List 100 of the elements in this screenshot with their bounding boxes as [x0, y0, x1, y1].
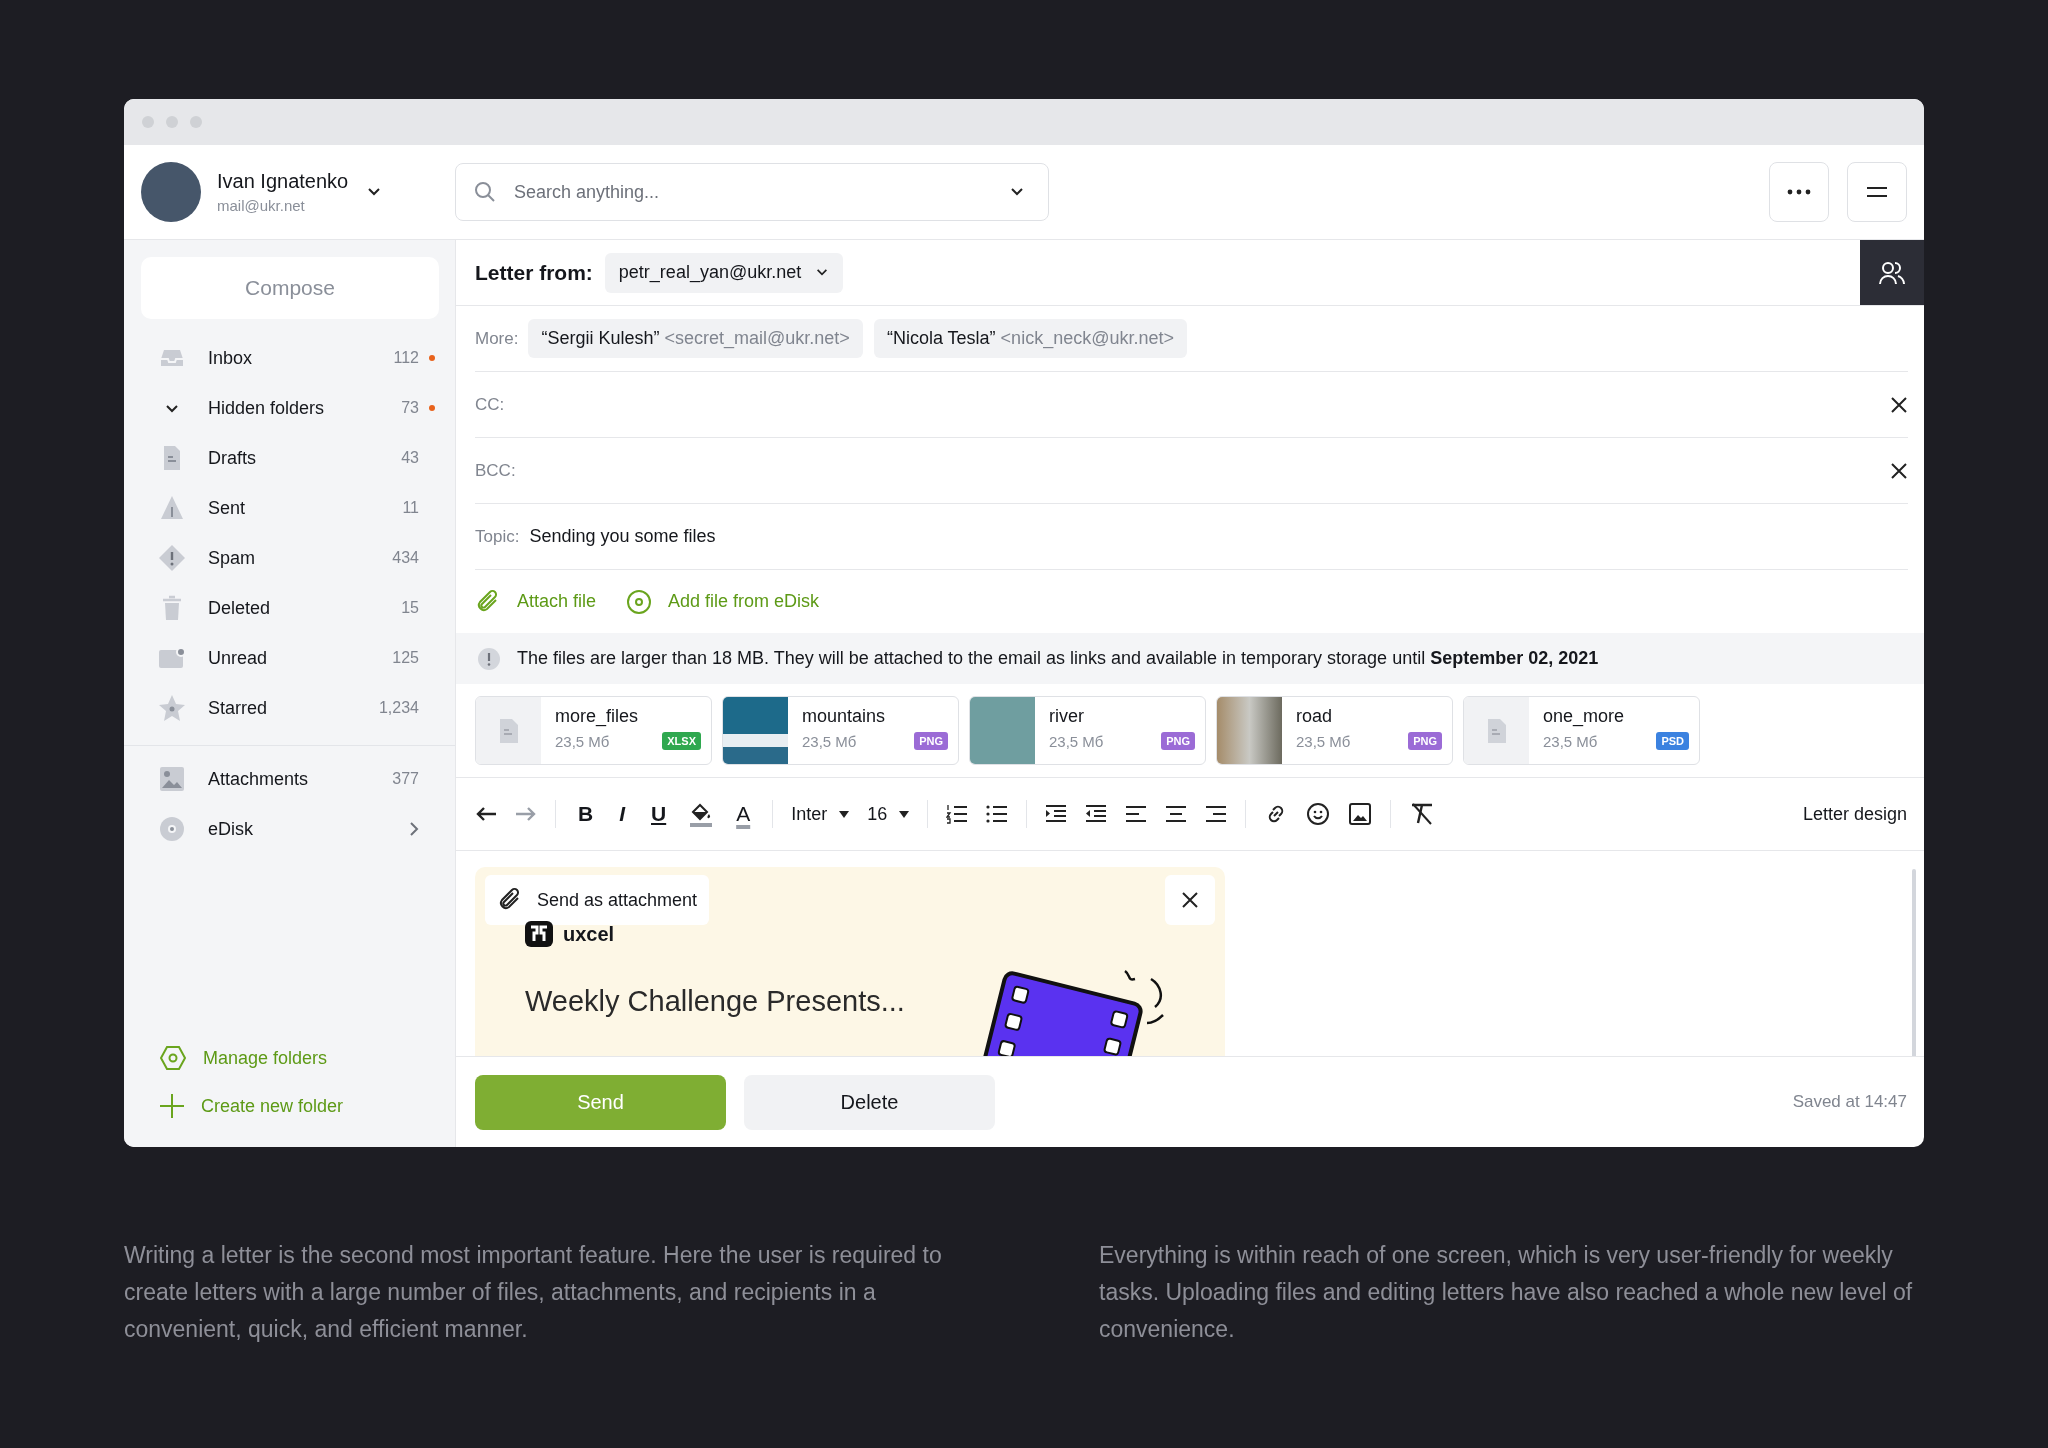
image-icon[interactable] [1348, 802, 1373, 826]
recipient-chip[interactable]: “Nicola Tesla” <nick_neck@ukr.net> [873, 319, 1187, 358]
chevron-down-icon[interactable] [1009, 187, 1025, 197]
letter-from-label: Letter from: [475, 260, 593, 285]
folder-item[interactable]: Sent 11 [124, 483, 455, 533]
file-thumbnail [1464, 697, 1529, 764]
chevron-down-icon[interactable] [366, 187, 383, 197]
info-icon [477, 646, 501, 671]
chevron-down-icon [815, 268, 830, 277]
warning-icon [158, 544, 186, 572]
emoji-icon[interactable] [1306, 802, 1331, 826]
folder-item[interactable]: Attachments 377 [124, 754, 455, 804]
chevron-right-icon[interactable] [409, 821, 419, 837]
scrollbar[interactable] [1912, 869, 1916, 1056]
topic-field[interactable]: Sending you some files [529, 526, 716, 547]
folder-count: 1,234 [378, 699, 419, 717]
folder-item[interactable]: Unread 125 [124, 633, 455, 683]
disc-icon [626, 588, 653, 615]
align-left-icon[interactable] [1125, 806, 1148, 822]
recipient-chip[interactable]: “Sergii Kulesh” <secret_mail@ukr.net> [528, 319, 863, 358]
file-card[interactable]: river 23,5 Мб PNG [969, 696, 1206, 765]
outdent-icon[interactable] [1085, 805, 1108, 823]
folder-count: 11 [402, 499, 419, 517]
file-size: 23,5 Мб [1049, 732, 1104, 750]
menu-button[interactable] [1847, 162, 1907, 222]
field-label: BCC: [475, 460, 516, 481]
envelope-icon [158, 647, 186, 669]
user-name: Ivan Ignatenko [217, 170, 349, 193]
folder-count: 73 [401, 399, 419, 417]
delete-button[interactable]: Delete [744, 1074, 995, 1130]
file-size: 23,5 Мб [555, 732, 610, 750]
fill-color-icon[interactable] [688, 801, 715, 827]
close-icon[interactable] [1890, 395, 1908, 414]
close-button[interactable] [1165, 875, 1215, 925]
hexagon-icon [159, 1045, 187, 1071]
align-center-icon[interactable] [1165, 806, 1188, 822]
field-label: Topic: [475, 526, 520, 547]
contacts-button[interactable] [1860, 240, 1924, 305]
file-size: 23,5 Мб [1543, 732, 1598, 750]
font-dropdown[interactable]: Inter [791, 803, 850, 825]
folder-count: 15 [401, 599, 419, 617]
search-field[interactable]: Search anything... [455, 163, 1049, 221]
folder-count: 112 [393, 349, 419, 367]
menu-icon [1866, 186, 1888, 198]
file-card[interactable]: one_more 23,5 Мб PSD [1463, 696, 1700, 765]
folder-count: 125 [392, 649, 419, 667]
text-color-button[interactable]: A [732, 802, 755, 826]
bold-button[interactable]: B [574, 802, 598, 826]
field-label: CC: [475, 394, 505, 415]
logo-text: uxcel [563, 922, 615, 946]
star-icon [158, 694, 186, 722]
field-label: More: [475, 328, 519, 349]
letter-design-button[interactable]: Letter design [1802, 803, 1907, 825]
logo-icon [525, 921, 553, 947]
font-size-dropdown[interactable]: 16 [867, 803, 910, 825]
folder-count: 434 [392, 549, 419, 567]
saved-status: Saved at 14:47 [1792, 1092, 1907, 1112]
plus-icon [159, 1093, 185, 1119]
file-card[interactable]: mountains 23,5 Мб PNG [722, 696, 959, 765]
file-card[interactable]: more_files 23,5 Мб XLSX [475, 696, 712, 765]
underline-button[interactable]: U [647, 802, 671, 826]
folder-count: 377 [392, 770, 419, 788]
folder-item[interactable]: Hidden folders 73 [124, 383, 455, 433]
file-size: 23,5 Мб [802, 732, 857, 750]
file-name: river [1049, 706, 1085, 727]
file-card[interactable]: road 23,5 Мб PNG [1216, 696, 1453, 765]
italic-button[interactable]: I [615, 802, 629, 826]
bullet-list-icon[interactable] [986, 804, 1009, 824]
file-name: mountains [802, 706, 887, 727]
undo-icon[interactable] [475, 806, 497, 822]
indent-icon[interactable] [1045, 805, 1068, 823]
photo-placeholder [970, 697, 1035, 764]
file-type-tag: XLSX [662, 732, 701, 750]
user-email: mail@ukr.net [217, 197, 306, 214]
file-thumbnail [476, 697, 541, 764]
avatar[interactable] [141, 162, 201, 222]
folder-item[interactable]: Spam 434 [124, 533, 455, 583]
folder-item[interactable]: eDisk [124, 804, 455, 854]
folder-item[interactable]: Deleted 15 [124, 583, 455, 633]
photo-placeholder [1217, 697, 1282, 764]
close-icon[interactable] [1890, 461, 1908, 480]
numbered-list-icon[interactable] [946, 804, 969, 824]
folder-count: 43 [401, 449, 419, 467]
search-icon [473, 180, 497, 204]
send-as-attachment-button[interactable]: Send as attachment [485, 875, 710, 925]
folder-item[interactable]: Inbox 112 [124, 333, 455, 383]
preview-heading: Weekly Challenge Presents... [525, 985, 905, 1018]
file-type-tag: PNG [914, 732, 948, 750]
file-type-tag: PNG [1408, 732, 1442, 750]
paper-plane-icon [158, 495, 186, 521]
sender-dropdown[interactable]: petr_real_yan@ukr.net [604, 252, 844, 293]
notice-text: The files are larger than 18 MB. They will be attached to the email as links and available in temporary storage until September 02, 2021 [517, 648, 1599, 669]
redo-icon[interactable] [515, 806, 537, 822]
disc-icon [158, 816, 186, 842]
attach-file-link[interactable]: Attach file [475, 588, 597, 615]
photo-placeholder [723, 697, 788, 764]
folder-item[interactable]: Drafts 43 [124, 433, 455, 483]
folder-item[interactable]: Starred 1,234 [124, 683, 455, 733]
file-type-tag: PNG [1161, 732, 1195, 750]
align-right-icon[interactable] [1205, 806, 1228, 822]
